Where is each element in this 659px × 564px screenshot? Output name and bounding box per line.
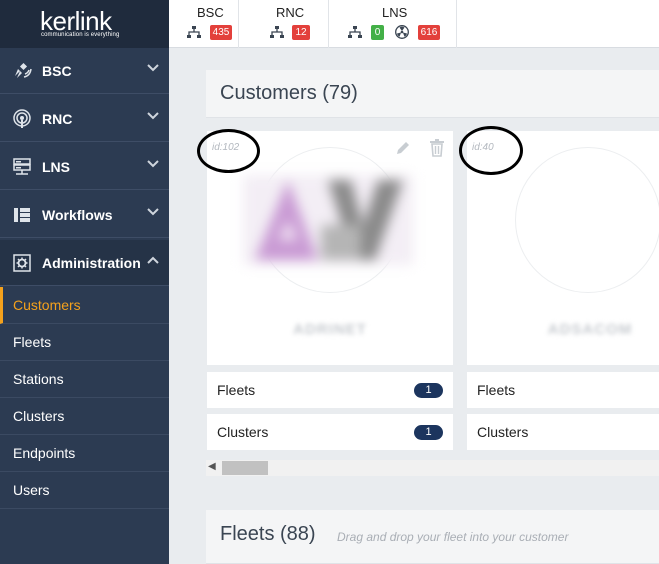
- logo[interactable]: kerlink communication is everything: [0, 0, 169, 48]
- count-pill: 1: [414, 425, 443, 440]
- status-badge-alert: 12: [292, 25, 310, 40]
- status-group-bsc[interactable]: BSC 435: [169, 0, 239, 48]
- row-label: Clusters: [217, 424, 269, 440]
- status-group-rnc[interactable]: RNC 12: [239, 0, 329, 48]
- row-label: Fleets: [217, 382, 256, 398]
- sidebar: kerlink communication is everything BSC …: [0, 0, 169, 564]
- customer-logo-image: [243, 175, 413, 265]
- sidebar-section-label: Administration: [42, 254, 141, 271]
- sidebar-item-users[interactable]: Users: [0, 472, 169, 509]
- annotation-oval: [459, 126, 523, 175]
- sidebar-item-stations[interactable]: Stations: [0, 361, 169, 398]
- network-icon: [348, 26, 362, 38]
- edit-icon[interactable]: [394, 139, 412, 157]
- sidebar-section-administration[interactable]: Administration: [0, 240, 169, 286]
- sidebar-item-endpoints[interactable]: Endpoints: [0, 435, 169, 472]
- server-icon: [13, 158, 31, 175]
- chevron-down-icon: [147, 112, 159, 120]
- customer-name: ADRINET: [293, 321, 367, 338]
- chevron-up-icon: [147, 256, 159, 264]
- trash-icon[interactable]: [429, 139, 445, 157]
- chevron-down-icon: [147, 160, 159, 168]
- fleets-count-row[interactable]: Fleets 1: [207, 372, 453, 408]
- clusters-count-row[interactable]: Clusters 1: [207, 414, 453, 450]
- status-group-name: LNS: [382, 5, 408, 20]
- sidebar-section-label: RNC: [42, 110, 73, 127]
- clusters-count-row[interactable]: Clusters: [467, 414, 659, 450]
- satellite-icon: [15, 62, 32, 78]
- horizontal-scrollbar[interactable]: ◀: [206, 460, 659, 476]
- network-icon: [187, 26, 201, 38]
- workflow-icon: [14, 208, 30, 222]
- customers-title: Customers (79): [220, 82, 358, 104]
- brand-tagline: communication is everything: [41, 32, 120, 38]
- status-group-name: BSC: [197, 5, 224, 20]
- sidebar-item-clusters[interactable]: Clusters: [0, 398, 169, 435]
- gear-icon: [13, 254, 31, 272]
- status-group-lns[interactable]: LNS 0 616: [329, 0, 457, 48]
- sidebar-section-label: BSC: [42, 62, 72, 79]
- sidebar-section-workflows[interactable]: Workflows: [0, 192, 169, 238]
- fleets-panel-header: Fleets (88) Drag and drop your fleet int…: [206, 510, 659, 564]
- row-label: Fleets: [477, 382, 516, 398]
- sidebar-section-rnc[interactable]: RNC: [0, 96, 169, 142]
- status-badge-alert: 616: [418, 25, 440, 40]
- top-status-bar: BSC 435 RNC 12 LNS 0 616: [169, 0, 659, 48]
- network-icon: [270, 26, 284, 38]
- annotation-oval: [197, 129, 260, 173]
- fleets-count-row[interactable]: Fleets: [467, 372, 659, 408]
- signal-icon: [13, 109, 31, 128]
- status-badge-ok: 0: [371, 25, 384, 40]
- customer-name: ADSACOM: [547, 321, 633, 338]
- scrollbar-thumb[interactable]: [222, 461, 268, 475]
- sidebar-section-label: LNS: [42, 158, 70, 175]
- customers-panel-header: Customers (79): [206, 70, 659, 118]
- status-badge-alert: 435: [210, 25, 232, 40]
- scroll-left-arrow-icon[interactable]: ◀: [208, 461, 216, 472]
- row-label: Clusters: [477, 424, 529, 440]
- radiation-icon: [395, 25, 409, 39]
- chevron-down-icon: [147, 64, 159, 72]
- fleets-drag-hint: Drag and drop your fleet into your custo…: [337, 530, 569, 544]
- sidebar-section-label: Workflows: [42, 206, 113, 223]
- chevron-down-icon: [147, 208, 159, 216]
- customer-logo-frame: [515, 147, 659, 293]
- fleets-title: Fleets (88): [220, 523, 316, 545]
- status-group-name: RNC: [276, 5, 305, 20]
- count-pill: 1: [414, 383, 443, 398]
- sidebar-section-lns[interactable]: LNS: [0, 144, 169, 190]
- sidebar-section-bsc[interactable]: BSC: [0, 48, 169, 94]
- sidebar-item-customers[interactable]: Customers: [0, 287, 169, 324]
- sidebar-item-fleets[interactable]: Fleets: [0, 324, 169, 361]
